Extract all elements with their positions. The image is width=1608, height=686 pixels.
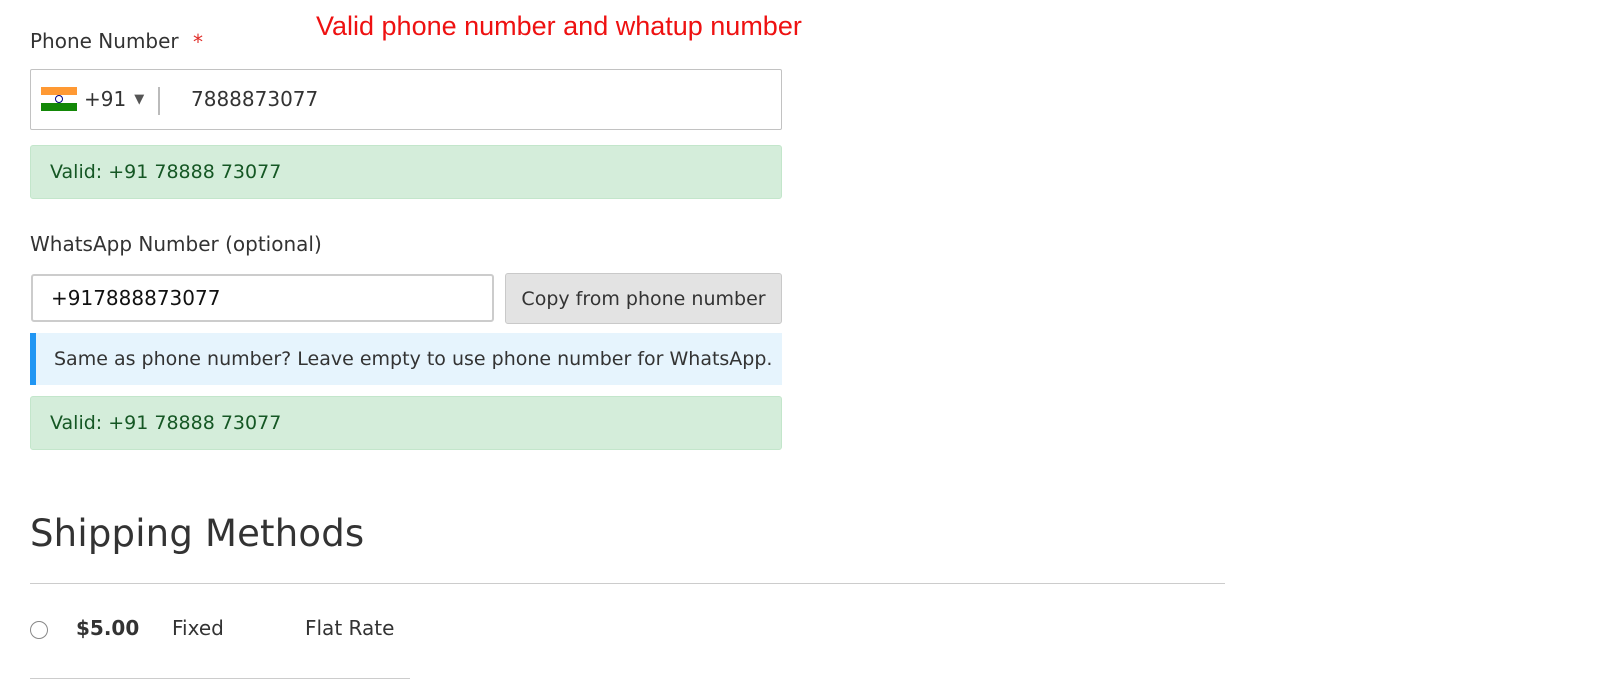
- shipping-methods-title: Shipping Methods: [30, 512, 365, 555]
- phone-validation-message: Valid: +91 78888 73077: [30, 145, 782, 199]
- phone-number-label: Phone Number: [30, 29, 179, 53]
- whatsapp-validation-message: Valid: +91 78888 73077: [30, 396, 782, 450]
- chevron-down-icon: ▼: [134, 91, 145, 107]
- section-divider: [30, 583, 1225, 584]
- dial-code: +91: [84, 87, 127, 111]
- shipping-carrier-title: Flat Rate: [305, 616, 395, 640]
- country-code-dropdown[interactable]: +91 ▼: [41, 70, 159, 128]
- india-flag-icon: [41, 87, 77, 111]
- phone-number-input[interactable]: [191, 79, 761, 119]
- divider: [158, 87, 160, 115]
- shipping-method-row[interactable]: $5.00 Fixed Flat Rate: [30, 610, 430, 650]
- whatsapp-number-input[interactable]: [31, 274, 494, 322]
- phone-number-field: +91 ▼: [30, 69, 782, 130]
- row-divider: [30, 678, 410, 679]
- whatsapp-number-label: WhatsApp Number (optional): [30, 232, 322, 256]
- copy-from-phone-button[interactable]: Copy from phone number: [505, 273, 782, 324]
- whatsapp-info-note: Same as phone number? Leave empty to use…: [30, 333, 782, 385]
- annotation-text: Valid phone number and whatup number: [316, 11, 802, 41]
- shipping-method-title: Fixed: [172, 616, 224, 640]
- shipping-price: $5.00: [76, 616, 140, 640]
- required-asterisk: *: [193, 30, 203, 54]
- shipping-method-radio[interactable]: [30, 621, 48, 639]
